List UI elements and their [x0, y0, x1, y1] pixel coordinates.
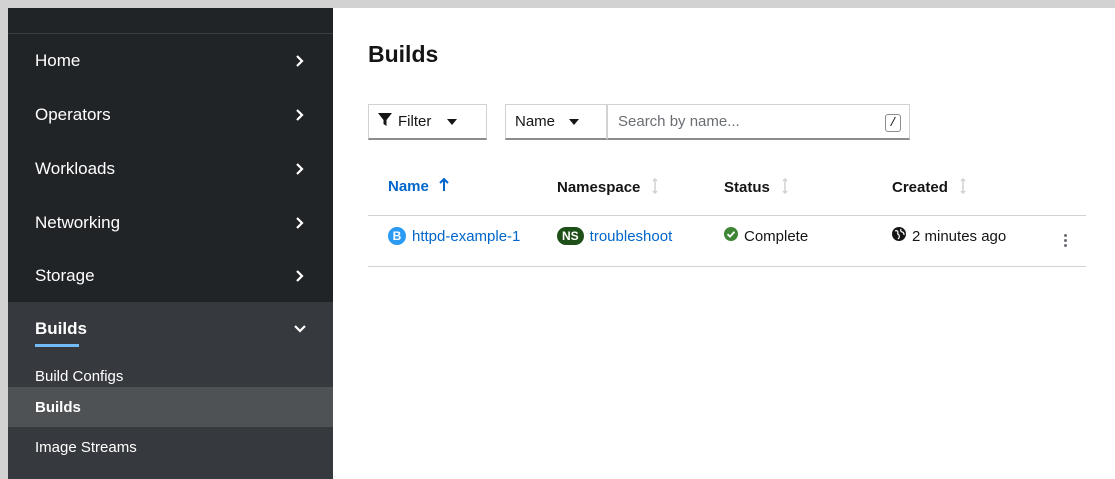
subnav-item-builds[interactable]: Builds	[8, 387, 333, 427]
column-header-name[interactable]: Name	[388, 177, 449, 195]
sort-icon	[780, 177, 790, 197]
status-text: Complete	[744, 227, 809, 245]
subnav-item-label: Build Configs	[35, 367, 124, 385]
sidebar-item-label: Workloads	[35, 159, 115, 178]
namespace-badge: NS	[557, 227, 584, 245]
builds-subnav: Build Configs Builds Image Streams	[8, 356, 333, 479]
cell-namespace: NS troubleshoot	[557, 227, 672, 245]
table-row-divider	[368, 266, 1086, 267]
sidebar-item-builds[interactable]: Builds	[8, 302, 333, 356]
search-field: /	[607, 104, 910, 140]
column-header-created[interactable]: Created	[892, 177, 968, 197]
active-underline	[35, 344, 79, 347]
build-badge: B	[388, 227, 406, 245]
sidebar-item-operators[interactable]: Operators	[8, 88, 333, 142]
chevron-right-icon	[294, 270, 306, 282]
sort-arrow-up-icon	[439, 177, 449, 195]
search-attribute-select[interactable]: Name	[505, 104, 607, 140]
cell-created: 2 minutes ago	[892, 227, 1006, 245]
kebab-icon[interactable]	[1060, 229, 1070, 251]
sidebar-item-label: Networking	[35, 213, 121, 232]
sidebar-item-label: Builds	[35, 319, 87, 338]
chevron-right-icon	[294, 109, 306, 121]
subnav-item-label: Builds	[35, 398, 81, 416]
check-circle-icon	[724, 227, 738, 245]
chevron-right-icon	[294, 55, 306, 67]
chevron-down-icon	[294, 323, 306, 335]
sort-icon	[650, 177, 660, 197]
caret-down-icon	[447, 118, 458, 125]
column-header-label: Namespace	[557, 179, 641, 196]
sidebar-item-home[interactable]: Home	[8, 34, 333, 88]
keyboard-shortcut-hint: /	[885, 114, 901, 132]
sidebar-item-workloads[interactable]: Workloads	[8, 142, 333, 196]
cell-name: B httpd-example-1	[388, 227, 520, 245]
chevron-right-icon	[294, 217, 306, 229]
sidebar-nav: Home Operators Workloads Networking Stor…	[8, 8, 333, 479]
filter-dropdown[interactable]: Filter	[368, 104, 487, 140]
filter-icon	[378, 112, 392, 131]
table-header-divider	[368, 215, 1086, 216]
main-content: Builds Filter Name / Name Namespace	[333, 8, 1115, 479]
column-header-status[interactable]: Status	[724, 177, 790, 197]
namespace-link[interactable]: troubleshoot	[590, 228, 673, 245]
column-header-label: Created	[892, 179, 948, 196]
sidebar-item-label: Home	[35, 51, 81, 70]
build-name-link[interactable]: httpd-example-1	[412, 228, 520, 245]
search-input[interactable]	[618, 113, 873, 130]
cell-status: Complete	[724, 227, 808, 245]
sidebar-item-networking[interactable]: Networking	[8, 196, 333, 250]
sidebar-item-label: Storage	[35, 266, 95, 285]
column-header-label: Name	[388, 178, 429, 195]
app-frame: Home Operators Workloads Networking Stor…	[8, 8, 1115, 479]
created-timestamp: 2 minutes ago	[912, 227, 1007, 245]
page-title: Builds	[368, 41, 439, 67]
filter-label: Filter	[398, 113, 432, 130]
column-header-namespace[interactable]: Namespace	[557, 177, 660, 197]
subnav-item-image-streams[interactable]: Image Streams	[8, 427, 333, 467]
sidebar-top-divider	[8, 8, 333, 34]
sidebar-item-label: Operators	[35, 105, 111, 124]
globe-icon	[892, 227, 906, 245]
search-attribute-value: Name	[515, 113, 556, 130]
column-header-label: Status	[724, 179, 770, 196]
caret-down-icon	[569, 118, 580, 125]
subnav-item-label: Image Streams	[35, 438, 137, 456]
chevron-right-icon	[294, 163, 306, 175]
sort-icon	[958, 177, 968, 197]
sidebar-item-storage[interactable]: Storage	[8, 249, 333, 303]
